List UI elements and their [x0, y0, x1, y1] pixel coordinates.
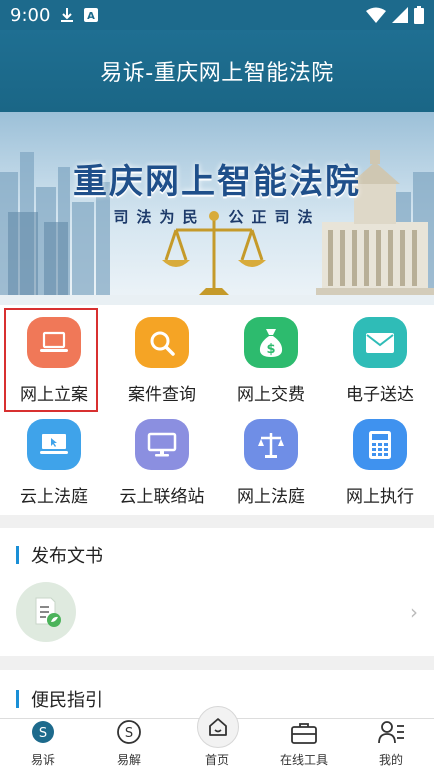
status-bar: 9:00 A [0, 0, 434, 30]
laptop-icon [27, 317, 81, 368]
search-icon [135, 317, 189, 368]
grid-item-online-filing[interactable]: 网上立案 [0, 305, 108, 405]
yijie-icon: S [116, 719, 142, 749]
download-icon [60, 7, 74, 23]
grid-item-case-query[interactable]: 案件查询 [108, 305, 216, 405]
grid-item-label: 网上执行 [346, 487, 414, 507]
page-title: 易诉-重庆网上智能法院 [100, 61, 334, 86]
scales-icon [244, 419, 298, 470]
grid-item-label: 网上法庭 [237, 487, 305, 507]
nav-item-yisu[interactable]: S 易诉 [0, 719, 86, 771]
grid-item-online-court[interactable]: 网上法庭 [217, 407, 325, 507]
mail-icon [353, 317, 407, 368]
nav-label: 我的 [378, 753, 403, 767]
nav-item-profile[interactable]: 我的 [348, 719, 434, 771]
nav-item-online-tools[interactable]: 在线工具 [261, 719, 347, 771]
banner-subtitle: 司法为民 公正司法 [113, 208, 321, 226]
grid-item-label: 网上交费 [237, 385, 305, 405]
chevron-right-icon[interactable]: › [410, 600, 418, 624]
money-bag-icon: $ [244, 317, 298, 368]
nav-item-yijie[interactable]: S 易解 [86, 719, 172, 771]
svg-text:S: S [125, 726, 133, 741]
monitor-cursor-icon [27, 419, 81, 470]
grid-item-label: 云上联络站 [119, 487, 205, 507]
grid-item-cloud-liaison[interactable]: 云上联络站 [108, 407, 216, 507]
svg-text:A: A [88, 11, 96, 22]
grid-item-label: 电子送达 [346, 385, 414, 405]
wifi-icon [366, 7, 386, 23]
status-time: 9:00 [10, 4, 51, 26]
section-accent-bar [16, 546, 19, 564]
section-title: 发布文书 [16, 542, 103, 568]
section-accent-bar [16, 690, 19, 708]
toolbox-icon [290, 721, 318, 749]
grid-item-cloud-court[interactable]: 云上法庭 [0, 407, 108, 507]
nav-label: 在线工具 [279, 753, 328, 767]
signal-icon [392, 7, 408, 23]
nav-label: 易诉 [30, 753, 55, 767]
documents-section: 发布文书 › [0, 528, 434, 656]
banner-title: 重庆网上智能法院 [73, 162, 361, 202]
grid-item-online-payment[interactable]: $ 网上交费 [217, 305, 325, 405]
document-icon[interactable] [16, 582, 76, 642]
yisu-icon: S [30, 719, 56, 749]
calculator-icon [353, 419, 407, 470]
svg-text:$: $ [266, 342, 275, 357]
function-grid: 网上立案 案件查询 $ 网上交费 电子送达 云上法庭 云上联络站 网上法庭 网上… [0, 305, 434, 515]
nav-label: 首页 [204, 753, 229, 767]
grid-item-online-execution[interactable]: 网上执行 [326, 407, 434, 507]
nav-label: 易解 [116, 753, 141, 767]
home-icon[interactable] [197, 706, 239, 748]
grid-item-label: 网上立案 [20, 385, 88, 405]
battery-icon [414, 6, 424, 24]
monitor-icon [135, 419, 189, 470]
svg-text:S: S [39, 726, 47, 741]
section-title: 便民指引 [16, 686, 103, 712]
app-header: 易诉-重庆网上智能法院 [0, 30, 434, 112]
notification-a-icon: A [84, 8, 99, 22]
section-title-text: 发布文书 [31, 546, 103, 567]
grid-item-label: 云上法庭 [20, 487, 88, 507]
banner[interactable]: 重庆网上智能法院 司法为民 公正司法 [0, 112, 434, 305]
grid-item-label: 案件查询 [128, 385, 196, 405]
section-title-text: 便民指引 [31, 690, 103, 711]
profile-icon [377, 719, 405, 749]
grid-item-e-delivery[interactable]: 电子送达 [326, 305, 434, 405]
